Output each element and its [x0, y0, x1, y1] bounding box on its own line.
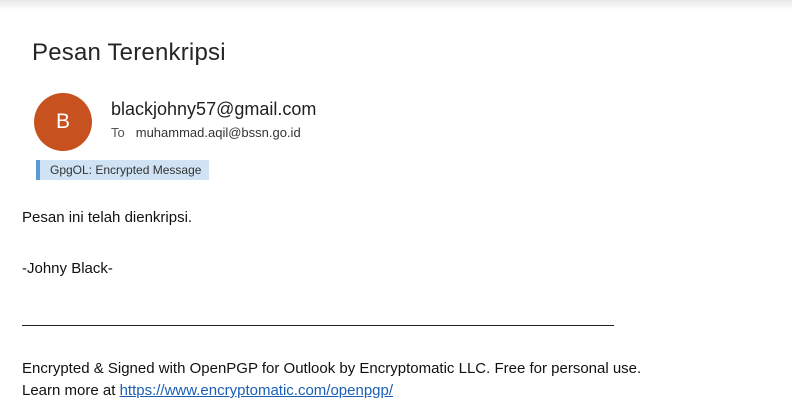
- email-subject: Pesan Terenkripsi: [32, 39, 226, 66]
- footer-line-2: Learn more at https://www.encryptomatic.…: [22, 380, 782, 402]
- to-label: To: [111, 125, 125, 140]
- encryptomatic-link[interactable]: https://www.encryptomatic.com/openpgp/: [120, 382, 393, 399]
- sender-address[interactable]: blackjohny57@gmail.com: [111, 98, 316, 120]
- top-shadow: [0, 0, 792, 10]
- signature-divider: [22, 325, 614, 326]
- recipient-line: To muhammad.aqil@bssn.go.id: [111, 124, 301, 142]
- body-line-message: Pesan ini telah dienkripsi.: [22, 209, 193, 226]
- footer-learn-more-text: Learn more at: [22, 382, 120, 399]
- recipient-address[interactable]: muhammad.aqil@bssn.go.id: [136, 125, 301, 140]
- gpgol-encrypted-badge[interactable]: GpgOL: Encrypted Message: [36, 160, 210, 180]
- footer: Encrypted & Signed with OpenPGP for Outl…: [22, 358, 782, 402]
- body-line-signature: -Johny Black-: [22, 260, 113, 277]
- footer-line-1: Encrypted & Signed with OpenPGP for Outl…: [22, 360, 642, 377]
- sender-avatar[interactable]: B: [34, 93, 92, 151]
